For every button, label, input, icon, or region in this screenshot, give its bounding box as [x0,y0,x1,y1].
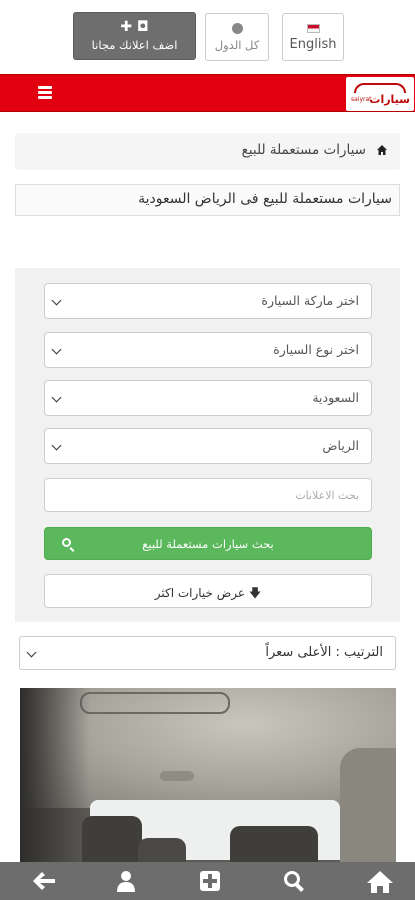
sort-select-value: الترتيب : الأعلى سعراً [265,645,383,660]
add-icon [200,871,220,891]
more-options-text: عرض خيارات اكثر [154,586,246,600]
back-arrow-icon [33,872,55,890]
search-icon [284,871,304,892]
top-actions: ✚ ◘ اضف اعلانك مجانا كل الدول English [0,12,415,62]
home-button[interactable] [348,862,408,900]
more-options-button[interactable]: عرض خيارات اكثر 🡇 [44,574,372,608]
chevron-down-icon [51,392,62,403]
language-button[interactable]: English [282,13,344,61]
type-select-value: اختر نوع السيارة [273,342,359,357]
language-label: English [289,37,337,52]
chevron-down-icon [51,295,62,306]
sort-select[interactable]: الترتيب : الأعلى سعراً [19,636,396,670]
logo-text: سيارات [369,93,410,106]
home-icon[interactable] [376,144,388,156]
more-options-label: عرض خيارات اكثر 🡇 [45,584,371,605]
add-listing-button[interactable] [181,862,241,900]
camera-plus-icon: ✚ ◘ [120,19,149,35]
add-ad-label: اضف اعلانك مجانا [91,38,178,52]
home-icon [367,871,393,893]
search-button[interactable]: بحث سيارات مستعملة للبيع [44,527,372,560]
country-select-value: السعودية [312,390,359,405]
chevron-down-icon [51,440,62,451]
city-select-value: الرياض [322,438,359,453]
globe-icon [231,23,243,34]
chevron-down-icon [51,344,62,355]
site-logo[interactable]: سيارات saiyrat [346,77,414,111]
add-ad-button[interactable]: ✚ ◘ اضف اعلانك مجانا [73,12,196,60]
account-button[interactable] [97,862,157,900]
breadcrumb: سيارات مستعملة للبيع [15,133,400,170]
search-panel: اختر ماركة السيارة اختر نوع السيارة السع… [15,268,400,622]
breadcrumb-current[interactable]: سيارات مستعملة للبيع [242,142,366,158]
chevron-down-icon [26,647,37,658]
car-logo-icon [354,83,406,93]
flag-icon [306,24,320,33]
page-title-text: سيارات مستعملة للبيع فى الرياض السعودية [138,191,392,207]
country-select[interactable]: السعودية [44,380,372,416]
brand-select-value: اختر ماركة السيارة [261,293,359,308]
menu-icon[interactable] [38,86,52,100]
all-countries-button[interactable]: كل الدول [205,13,269,61]
keyword-input[interactable] [45,479,371,511]
logo-subtext: saiyrat [351,96,372,103]
arrow-down-icon: 🡇 [248,586,262,600]
bottom-nav [0,862,415,900]
navbar: سيارات saiyrat [0,74,415,112]
keyword-field [44,478,372,512]
all-countries-label: كل الدول [214,38,260,52]
user-icon [117,871,135,892]
back-button[interactable] [14,862,74,900]
page-title: سيارات مستعملة للبيع فى الرياض السعودية [15,184,400,216]
type-select[interactable]: اختر نوع السيارة [44,332,372,368]
brand-select[interactable]: اختر ماركة السيارة [44,283,372,319]
search-nav-button[interactable] [265,862,325,900]
listing-photo[interactable] [20,688,396,888]
city-select[interactable]: الرياض [44,428,372,464]
search-button-label: بحث سيارات مستعملة للبيع [142,537,274,551]
